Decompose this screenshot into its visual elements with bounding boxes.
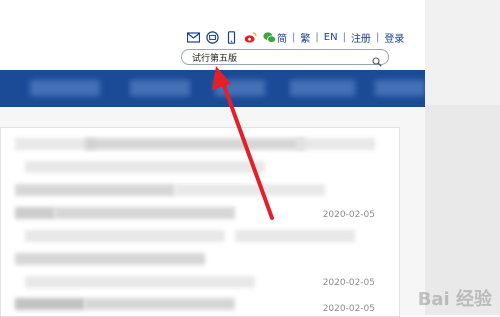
list-item-date: 2020-02-05 bbox=[322, 210, 375, 220]
list-item[interactable] bbox=[15, 161, 385, 175]
traditional-chinese-link[interactable]: 繁 bbox=[300, 30, 310, 45]
content-area: 2020-02-05 2020-02-05 2020-02-05 bbox=[0, 107, 425, 317]
right-sidebar bbox=[425, 0, 500, 315]
mail-icon[interactable] bbox=[187, 31, 200, 44]
chat-icon[interactable] bbox=[206, 30, 219, 44]
list-item[interactable] bbox=[15, 138, 385, 152]
search-box bbox=[181, 49, 389, 67]
main-nav-bar bbox=[0, 70, 440, 107]
search-icon[interactable] bbox=[372, 52, 382, 67]
register-link[interactable]: 注册 bbox=[351, 30, 371, 45]
list-item-date: 2020-02-05 bbox=[322, 278, 375, 288]
wechat-icon[interactable] bbox=[263, 31, 276, 44]
english-link[interactable]: EN bbox=[324, 32, 338, 43]
language-links: 简 | 繁 | EN | 注册 | 登录 bbox=[277, 29, 404, 45]
list-item-date: 2020-02-05 bbox=[322, 304, 375, 314]
list-item[interactable] bbox=[15, 253, 385, 267]
login-link[interactable]: 登录 bbox=[384, 30, 404, 45]
news-list-panel: 2020-02-05 2020-02-05 2020-02-05 bbox=[0, 127, 400, 317]
search-input[interactable] bbox=[192, 51, 372, 63]
mobile-icon[interactable] bbox=[225, 30, 238, 44]
list-item[interactable] bbox=[15, 184, 385, 198]
social-icon-row bbox=[187, 29, 276, 45]
weibo-icon[interactable] bbox=[244, 31, 257, 44]
simplified-chinese-link[interactable]: 简 bbox=[277, 30, 287, 45]
watermark: Bai 经验 bbox=[417, 289, 492, 310]
separator: | bbox=[375, 31, 380, 43]
separator: | bbox=[315, 31, 319, 43]
separator: | bbox=[342, 31, 346, 43]
list-item[interactable] bbox=[15, 230, 385, 244]
separator: | bbox=[292, 31, 296, 43]
